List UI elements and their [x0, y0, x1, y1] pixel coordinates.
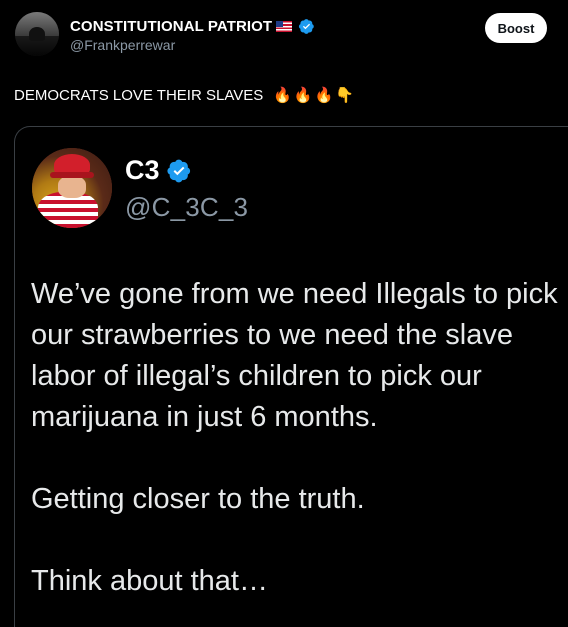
author-display-name[interactable]: CONSTITUTIONAL PATRIOT: [70, 18, 272, 35]
post-text-body: DEMOCRATS LOVE THEIR SLAVES: [14, 87, 264, 104]
post-emojis: 🔥 🔥 🔥 👇: [273, 88, 354, 103]
quoted-author-display-name[interactable]: C3: [125, 155, 160, 186]
quoted-post-paragraph: Getting closer to the truth.: [31, 483, 365, 515]
quoted-post-paragraph: We’ve gone from we need Illegals to pick…: [31, 278, 558, 433]
verified-badge-icon: [166, 159, 190, 182]
fire-emoji-icon: 🔥: [273, 86, 292, 104]
us-flag-icon: [276, 20, 293, 32]
quoted-avatar-face: [58, 176, 86, 198]
avatar-figure: [29, 27, 45, 41]
author-handle[interactable]: @Frankperrewar: [70, 37, 175, 53]
quoted-post-paragraph: Think about that…: [31, 565, 268, 597]
verified-badge-icon: [299, 18, 314, 34]
pointing-down-emoji-icon: 👇: [335, 86, 354, 104]
post-header: CONSTITUTIONAL PATRIOT @Frankperrewar Bo…: [0, 0, 568, 70]
quoted-post-body: We’ve gone from we need Illegals to pick…: [31, 274, 568, 602]
quoted-post-card[interactable]: C3 @C_3C_3 We’ve gone from we need Illeg…: [14, 126, 568, 627]
post-text: DEMOCRATS LOVE THEIR SLAVES 🔥 🔥 🔥 👇: [14, 87, 354, 104]
fire-emoji-icon: 🔥: [293, 86, 313, 104]
quoted-author-avatar[interactable]: [32, 148, 112, 228]
quoted-author-handle[interactable]: @C_3C_3: [125, 192, 248, 223]
quoted-avatar-hat-brim: [50, 172, 94, 178]
fire-emoji-icon: 🔥: [314, 86, 334, 104]
author-avatar[interactable]: [15, 12, 59, 56]
boost-button[interactable]: Boost: [485, 13, 547, 43]
author-name-row[interactable]: CONSTITUTIONAL PATRIOT: [70, 16, 315, 36]
quoted-author-name-row[interactable]: C3: [125, 155, 192, 186]
